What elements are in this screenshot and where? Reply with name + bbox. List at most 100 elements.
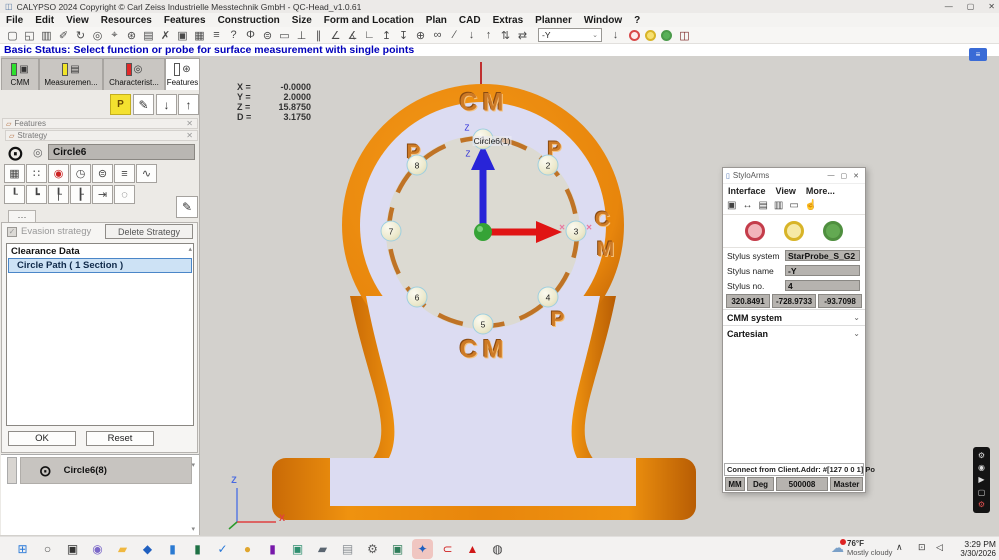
unit-field[interactable]: 500008 <box>776 477 828 491</box>
roundness-icon[interactable]: ⊜ <box>260 28 275 43</box>
screen-icon[interactable]: ▭ <box>789 200 798 211</box>
clock-widget[interactable]: 3:29 PM 3/30/2026 <box>950 540 996 558</box>
maximize-icon[interactable]: ▢ <box>967 0 975 13</box>
approach-base-icon[interactable]: ┗ <box>26 185 47 204</box>
evasion-checkbox[interactable]: ✓ <box>7 227 17 237</box>
camera-icon[interactable]: ◉ <box>978 463 985 472</box>
ribbon-tab[interactable]: ⊛ Features <box>165 58 200 90</box>
close-icon[interactable]: ✕ <box>853 172 859 180</box>
list-icon[interactable]: ≡ <box>114 164 135 183</box>
line-icon[interactable]: ∕ <box>447 28 462 43</box>
copy-icon[interactable]: ▣ <box>175 28 190 43</box>
green-status-light[interactable] <box>823 221 843 241</box>
start-icon[interactable]: ⊞ <box>12 539 33 559</box>
unit-field[interactable]: MM <box>725 477 745 491</box>
close-icon[interactable]: ✕ <box>988 0 995 13</box>
move-up-button[interactable]: ↑ <box>178 94 199 115</box>
path-icon[interactable]: ⇥ <box>92 185 113 204</box>
scroll-down-icon[interactable]: ▾ <box>191 461 195 469</box>
table-icon[interactable]: ▦ <box>4 164 25 183</box>
menu-item[interactable]: View <box>771 186 801 196</box>
angle-icon[interactable]: ∠ <box>328 28 343 43</box>
menu-item[interactable]: Window <box>578 15 628 26</box>
ok-button[interactable]: OK <box>8 431 76 446</box>
probe-tilt-icon[interactable]: ↓ <box>608 28 623 43</box>
results-drag-handle[interactable] <box>7 457 17 484</box>
menu-item[interactable]: Size <box>286 15 318 26</box>
yellow-status-light[interactable] <box>784 221 804 241</box>
window-capture-icon[interactable]: ▢ <box>978 488 986 497</box>
notes-icon[interactable]: ▤ <box>337 539 358 559</box>
record-icon[interactable]: ▶ <box>978 475 984 484</box>
ribbon-tab[interactable]: ▣ CMM <box>1 58 39 90</box>
edit-strategy-pencil-button[interactable]: ✎ <box>176 196 198 218</box>
title-bar[interactable]: ◫ CALYPSO 2024 Copyright © Carl Zeiss In… <box>0 0 999 14</box>
minimize-icon[interactable]: — <box>945 0 953 13</box>
maximize-icon[interactable]: ▢ <box>841 172 848 180</box>
teams-green-icon[interactable]: ▣ <box>387 539 408 559</box>
close-icon[interactable]: ✕ <box>186 131 193 140</box>
help-icon[interactable]: ? <box>226 28 241 43</box>
probe-up-icon[interactable]: ↑ <box>481 28 496 43</box>
menu-item[interactable]: Interface <box>723 186 771 196</box>
export-icon[interactable]: ↧ <box>396 28 411 43</box>
system-dropdown[interactable]: CMM system ⌄ <box>723 309 865 325</box>
menu-item[interactable]: Extras <box>487 15 530 26</box>
approach-pair-icon[interactable]: ┠ <box>70 185 91 204</box>
circle-clock-icon[interactable]: ◷ <box>70 164 91 183</box>
delete-icon[interactable]: ✗ <box>158 28 173 43</box>
field-value[interactable]: -Y <box>785 265 860 276</box>
ribbon-tab[interactable]: ▤ Measuremen... <box>39 58 103 90</box>
volume-icon[interactable]: ◁ <box>936 542 943 553</box>
free-form-icon[interactable]: ◌ <box>114 185 135 204</box>
menu-item[interactable]: File <box>0 15 29 26</box>
perpendicular-icon[interactable]: ⊥ <box>294 28 309 43</box>
points-pattern-icon[interactable]: ∷ <box>26 164 47 183</box>
menu-item[interactable]: Resources <box>95 15 158 26</box>
report-icon[interactable]: ≡ <box>209 28 224 43</box>
brush-icon[interactable]: ✐ <box>56 28 71 43</box>
sphere-icon[interactable]: ⊕ <box>413 28 428 43</box>
tool-magazine-icon[interactable]: ◫ <box>677 28 692 43</box>
minimize-icon[interactable]: — <box>828 172 835 179</box>
probe-button[interactable]: P <box>110 94 131 115</box>
unit-field[interactable]: Deg <box>747 477 774 491</box>
network-icon[interactable]: ⊡ <box>918 542 926 553</box>
window-tile-icon[interactable]: ▣ <box>727 200 736 211</box>
result-row[interactable]: ⊙ Circle6(8) <box>20 457 192 484</box>
unit-field[interactable]: Master <box>830 477 863 491</box>
menu-item[interactable]: Construction <box>212 15 286 26</box>
edit-pencil-button[interactable]: ✎ <box>133 94 154 115</box>
feature-name-field[interactable]: Circle6 <box>48 144 195 160</box>
approach-double-icon[interactable]: ┞ <box>48 185 69 204</box>
clipboard-icon[interactable]: ▦ <box>192 28 207 43</box>
file-explorer-icon[interactable]: ▰ <box>112 539 133 559</box>
link-icon[interactable]: ∞ <box>430 28 445 43</box>
features-dock-header[interactable]: ▱ Features ✕ <box>2 118 198 129</box>
sync-icon[interactable]: ◆ <box>137 539 158 559</box>
circle-points-icon[interactable]: ◉ <box>48 164 69 183</box>
menu-item[interactable]: Planner <box>529 15 578 26</box>
menu-item[interactable]: Edit <box>29 15 60 26</box>
clipboard-icon[interactable]: ▤ <box>758 200 767 211</box>
rotate-icon[interactable]: ↻ <box>73 28 88 43</box>
acrobat-icon[interactable]: ▲ <box>462 539 483 559</box>
system-dropdown[interactable]: Cartesian ⌄ <box>723 325 865 341</box>
circle-path-item[interactable]: Circle Path ( 1 Section ) <box>8 258 192 273</box>
new-document-icon[interactable]: ▢ <box>5 28 20 43</box>
green-light[interactable] <box>661 30 672 41</box>
close-icon[interactable]: ✕ <box>186 119 193 128</box>
menu-item[interactable]: Form and Location <box>318 15 420 26</box>
chrome-icon[interactable]: ● <box>237 539 258 559</box>
gear-icon[interactable]: ⚙ <box>978 451 985 460</box>
probe-switch-icon[interactable]: ⇅ <box>498 28 513 43</box>
menu-item[interactable]: Features <box>158 15 212 26</box>
wave-icon[interactable]: ∿ <box>136 164 157 183</box>
red-light[interactable] <box>629 30 640 41</box>
capture-widget[interactable]: ⚙◉▶▢⚙ <box>973 447 990 513</box>
field-value[interactable]: 4 <box>785 280 860 291</box>
stamp-icon[interactable]: ⊛ <box>124 28 139 43</box>
onenote-icon[interactable]: ▮ <box>262 539 283 559</box>
move-down-button[interactable]: ↓ <box>156 94 177 115</box>
open-file-icon[interactable]: ◱ <box>22 28 37 43</box>
